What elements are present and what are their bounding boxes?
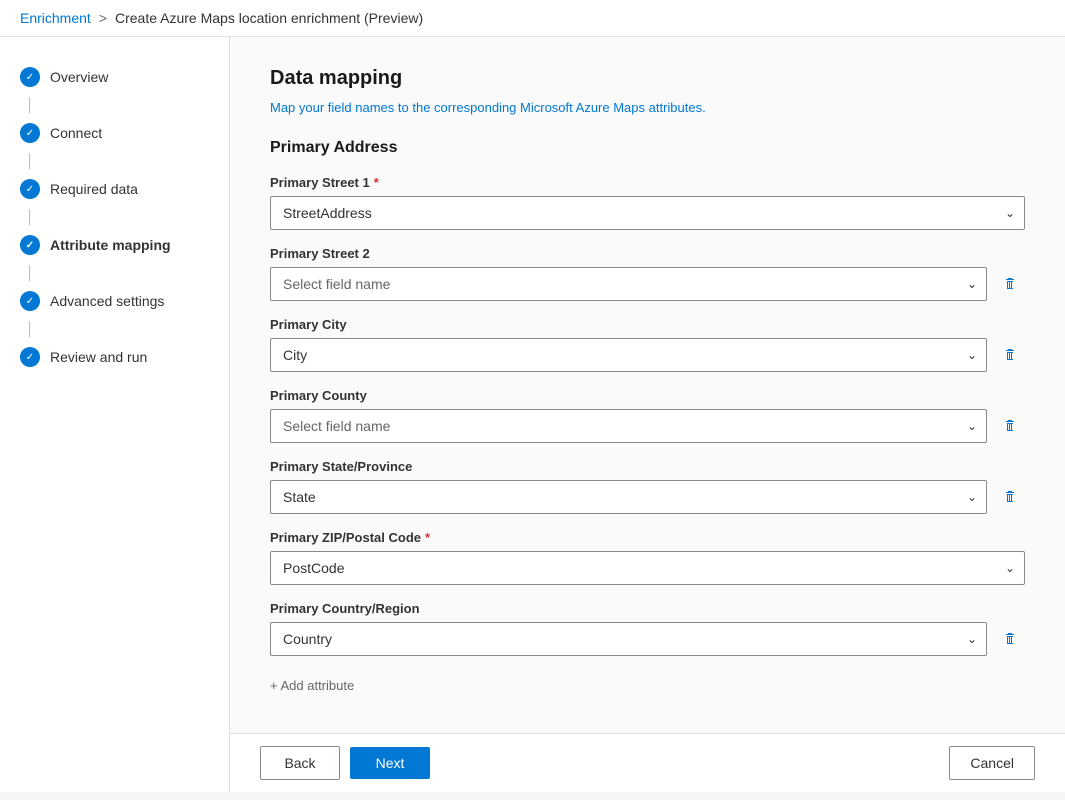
step-icon-review-and-run: ✓ (20, 347, 40, 367)
field-row-primary-city: City ⌄ (270, 338, 1025, 372)
select-wrapper-primary-street-1: StreetAddress ⌄ (270, 196, 1025, 230)
sidebar-item-connect[interactable]: ✓ Connect (0, 113, 229, 153)
breadcrumb-link[interactable]: Enrichment (20, 10, 91, 26)
field-label-primary-city: Primary City (270, 317, 1025, 332)
select-primary-street-1[interactable]: StreetAddress (270, 196, 1025, 230)
field-group-primary-street-1: Primary Street 1 * StreetAddress ⌄ (270, 175, 1025, 230)
delete-button-primary-city[interactable] (995, 340, 1025, 370)
field-label-primary-street-2: Primary Street 2 (270, 246, 1025, 261)
field-group-primary-county: Primary County Select field name ⌄ (270, 388, 1025, 443)
field-group-primary-street-2: Primary Street 2 Select field name ⌄ (270, 246, 1025, 301)
required-asterisk-street1: * (374, 175, 379, 190)
main-layout: ✓ Overview ✓ Connect ✓ Required data ✓ A (0, 37, 1065, 792)
sidebar-item-advanced-settings[interactable]: ✓ Advanced settings (0, 281, 229, 321)
sidebar-item-review-and-run[interactable]: ✓ Review and run (0, 337, 229, 377)
content-scroll: Data mapping Map your field names to the… (230, 37, 1065, 733)
footer-bar: Back Next Cancel (230, 733, 1065, 792)
step-icon-attribute-mapping: ✓ (20, 235, 40, 255)
sidebar-label-overview: Overview (50, 69, 108, 85)
step-icon-connect: ✓ (20, 123, 40, 143)
cancel-button[interactable]: Cancel (949, 746, 1035, 780)
delete-button-primary-county[interactable] (995, 411, 1025, 441)
section-description: Map your field names to the correspondin… (270, 100, 1025, 115)
sidebar-label-required-data: Required data (50, 181, 138, 197)
select-wrapper-primary-city: City ⌄ (270, 338, 987, 372)
connector-4 (29, 265, 30, 281)
select-primary-city[interactable]: City (270, 338, 987, 372)
field-group-primary-state: Primary State/Province State ⌄ (270, 459, 1025, 514)
delete-button-primary-country[interactable] (995, 624, 1025, 654)
field-label-primary-street-1: Primary Street 1 * (270, 175, 1025, 190)
sidebar-item-attribute-mapping[interactable]: ✓ Attribute mapping (0, 225, 229, 265)
add-attribute-button[interactable]: + Add attribute (270, 672, 354, 699)
sidebar-item-required-data[interactable]: ✓ Required data (0, 169, 229, 209)
required-asterisk-zip: * (425, 530, 430, 545)
delete-button-primary-street-2[interactable] (995, 269, 1025, 299)
select-primary-street-2[interactable]: Select field name (270, 267, 987, 301)
next-button[interactable]: Next (350, 747, 430, 779)
field-label-primary-zip: Primary ZIP/Postal Code * (270, 530, 1025, 545)
step-icon-required-data: ✓ (20, 179, 40, 199)
field-row-primary-state: State ⌄ (270, 480, 1025, 514)
sidebar-item-overview[interactable]: ✓ Overview (0, 57, 229, 97)
select-wrapper-primary-state: State ⌄ (270, 480, 987, 514)
field-label-primary-state: Primary State/Province (270, 459, 1025, 474)
select-primary-county[interactable]: Select field name (270, 409, 987, 443)
content-area: Data mapping Map your field names to the… (230, 37, 1065, 792)
delete-button-primary-state[interactable] (995, 482, 1025, 512)
field-group-primary-zip: Primary ZIP/Postal Code * PostCode ⌄ (270, 530, 1025, 585)
sidebar-label-review-and-run: Review and run (50, 349, 147, 365)
sidebar: ✓ Overview ✓ Connect ✓ Required data ✓ A (0, 37, 230, 792)
field-group-primary-country: Primary Country/Region Country ⌄ (270, 601, 1025, 656)
connector-3 (29, 209, 30, 225)
field-row-primary-country: Country ⌄ (270, 622, 1025, 656)
select-wrapper-primary-street-2: Select field name ⌄ (270, 267, 987, 301)
field-row-primary-county: Select field name ⌄ (270, 409, 1025, 443)
select-wrapper-primary-county: Select field name ⌄ (270, 409, 987, 443)
select-wrapper-primary-country: Country ⌄ (270, 622, 987, 656)
sidebar-label-connect: Connect (50, 125, 102, 141)
field-label-primary-county: Primary County (270, 388, 1025, 403)
step-icon-advanced-settings: ✓ (20, 291, 40, 311)
step-icon-overview: ✓ (20, 67, 40, 87)
breadcrumb-separator: > (99, 10, 107, 26)
connector-1 (29, 97, 30, 113)
connector-5 (29, 321, 30, 337)
sidebar-label-advanced-settings: Advanced settings (50, 293, 164, 309)
select-primary-zip[interactable]: PostCode (270, 551, 1025, 585)
field-row-primary-street-1: StreetAddress ⌄ (270, 196, 1025, 230)
select-wrapper-primary-zip: PostCode ⌄ (270, 551, 1025, 585)
subsection-title: Primary Address (270, 139, 1025, 157)
select-primary-state[interactable]: State (270, 480, 987, 514)
breadcrumb-current: Create Azure Maps location enrichment (P… (115, 10, 423, 26)
select-primary-country[interactable]: Country (270, 622, 987, 656)
field-group-primary-city: Primary City City ⌄ (270, 317, 1025, 372)
connector-2 (29, 153, 30, 169)
breadcrumb-bar: Enrichment > Create Azure Maps location … (0, 0, 1065, 37)
back-button[interactable]: Back (260, 746, 340, 780)
section-title: Data mapping (270, 67, 1025, 90)
field-row-primary-zip: PostCode ⌄ (270, 551, 1025, 585)
field-label-primary-country: Primary Country/Region (270, 601, 1025, 616)
field-row-primary-street-2: Select field name ⌄ (270, 267, 1025, 301)
sidebar-label-attribute-mapping: Attribute mapping (50, 237, 171, 253)
